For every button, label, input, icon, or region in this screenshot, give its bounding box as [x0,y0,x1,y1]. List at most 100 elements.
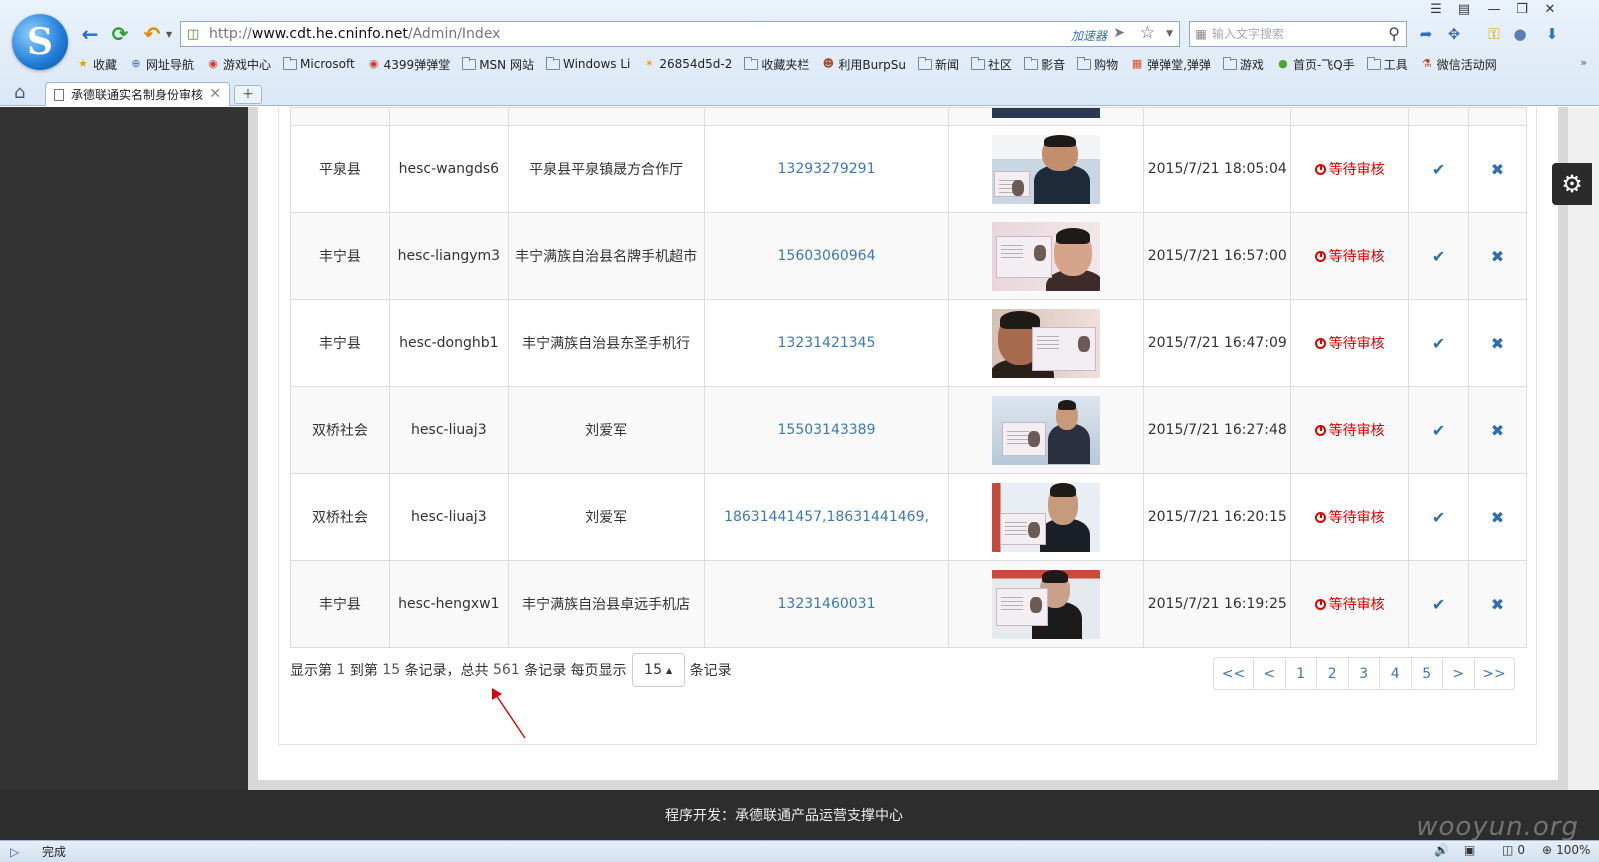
time-text: 2015/7/21 16:57:00 [1147,248,1287,264]
reject-x-icon[interactable]: ✖ [1491,247,1504,266]
page-button[interactable]: 3 [1347,657,1380,690]
reject-x-icon[interactable]: ✖ [1491,508,1504,527]
zoom-control[interactable]: ⊕ 100% [1542,843,1590,857]
tab-active[interactable]: 承德联通实名制身份审核 ✕ [45,82,230,106]
id-photo-thumbnail[interactable] [992,482,1101,552]
phone-text[interactable]: 13293279291 [778,161,876,177]
share-icon[interactable]: ➦ [1416,24,1436,44]
id-photo-thumbnail[interactable] [992,221,1101,291]
bookmark-item[interactable]: ✶ 26854d5d-2 [642,57,733,71]
photo-thumbnail-partial[interactable] [992,107,1101,118]
bookmark-item[interactable]: Windows Li [545,56,630,71]
security-shield-icon: ◫ [187,26,200,42]
download-icon[interactable]: ⬇ [1542,24,1562,44]
settings-gear-icon[interactable]: ⚙ [1552,163,1592,205]
briefcase-icon[interactable]: ▣ [1464,843,1475,857]
bookmark-item[interactable]: 社区 [971,56,1012,73]
phone-text[interactable]: 13231421345 [778,335,876,351]
reject-x-icon[interactable]: ✖ [1491,334,1504,353]
approve-check-icon[interactable]: ✔ [1432,508,1445,527]
undo-dropdown-icon[interactable]: ▼ [166,30,172,39]
bookmark-item[interactable]: Microsoft [283,56,355,71]
search-input[interactable] [1212,27,1372,41]
accelerator-button[interactable]: 加速器 [1071,27,1107,44]
skin-icon[interactable]: ▤ [1452,0,1476,18]
lightning-icon[interactable]: ➤ [1113,25,1125,41]
favorite-star-icon[interactable]: ☆ [1140,23,1155,43]
phone-text[interactable]: 15603060964 [778,248,876,264]
key-icon[interactable]: ⚿ [1484,24,1504,44]
bookmarks-more-icon[interactable]: » [1580,56,1587,69]
bookmark-item[interactable]: 影音 [1024,56,1065,73]
page-button[interactable]: 5 [1410,657,1443,690]
address-bar[interactable]: ◫ http://www.cdt.he.cninfo.net/Admin/Ind… [180,21,1180,47]
search-icon[interactable]: ⚲ [1388,24,1400,43]
page-button[interactable]: >> [1473,657,1515,690]
bookmark-item[interactable]: ● 首页-飞Q手 [1276,56,1355,73]
sidebar-toggle-icon[interactable]: ▷ [10,845,28,859]
chat-icon[interactable]: ● [1510,24,1530,44]
reject-x-icon[interactable]: ✖ [1491,595,1504,614]
status-cell: 等待审核 [1290,386,1410,474]
bookmark-item[interactable]: ◉ 游戏中心 [206,56,271,73]
folder-icon [1077,56,1092,70]
bookmark-item[interactable]: ★ 收藏 [76,56,117,73]
bookmark-item[interactable]: ⚗ 微信活动网 [1420,56,1497,73]
id-photo-thumbnail[interactable] [992,569,1101,639]
approve-check-icon[interactable]: ✔ [1432,595,1445,614]
new-tab-button[interactable]: + [234,85,262,104]
county-cell: 双桥社会 [290,473,390,561]
bookmark-item[interactable]: 新闻 [918,56,959,73]
phone-text[interactable]: 13231460031 [778,596,876,612]
approve-check-icon[interactable]: ✔ [1432,160,1445,179]
page-size-select[interactable]: 15 ▲ [631,653,685,687]
refresh-button[interactable]: ⟳ [108,22,132,46]
account-cell: hesc-hengxw1 [388,560,509,648]
close-window-button[interactable]: ✕ [1538,0,1562,18]
bookmark-item[interactable]: ◉ 4399弹弹堂 [367,56,450,73]
reject-x-icon[interactable]: ✖ [1491,421,1504,440]
scrollbar[interactable] [1568,107,1599,790]
approve-check-icon[interactable]: ✔ [1432,334,1445,353]
minimize-button[interactable]: — [1482,0,1506,18]
phone-text[interactable]: 18631441457,18631441469, [724,509,929,525]
search-engine-icon[interactable]: ▦ [1190,27,1212,41]
approve-check-icon[interactable]: ✔ [1432,247,1445,266]
id-photo-thumbnail[interactable] [992,308,1101,378]
page-button[interactable]: 1 [1284,657,1317,690]
back-button[interactable]: ← [78,22,102,46]
bookmark-item[interactable]: MSN 网站 [462,56,534,73]
browser-logo-icon[interactable]: S [12,14,68,70]
phone-text[interactable]: 15503143389 [778,422,876,438]
page-button[interactable]: > [1442,657,1475,690]
address-url[interactable]: http://www.cdt.he.cninfo.net/Admin/Index [209,26,500,42]
menu-icon[interactable]: ☰ [1424,0,1448,18]
id-photo-thumbnail[interactable] [992,395,1101,465]
undo-button[interactable]: ↶ [140,22,164,46]
bookmark-item[interactable]: ☻ 利用BurpSu [821,56,906,73]
approve-check-icon[interactable]: ✔ [1432,421,1445,440]
bookmark-item[interactable]: 收藏夹栏 [744,56,809,73]
id-photo-thumbnail[interactable] [992,134,1101,204]
home-icon[interactable]: ⌂ [14,82,25,103]
bookmark-item[interactable]: 购物 [1077,56,1118,73]
speaker-icon[interactable]: 🔊 [1434,843,1449,857]
tab-close-icon[interactable]: ✕ [209,86,221,102]
bookmark-item[interactable]: ⊕ 网址导航 [129,56,194,73]
page-button[interactable]: 4 [1379,657,1412,690]
address-dropdown-icon[interactable]: ▼ [1166,29,1173,39]
clock-icon [1314,512,1326,523]
bookmark-item[interactable]: 游戏 [1222,56,1264,73]
page-button[interactable]: << [1213,657,1254,690]
bookmark-label: 购物 [1094,57,1119,72]
content-frame: 平泉县 hesc-wangds6 平泉县平泉镇晟方合作厅 13293279291 201… [248,107,1568,790]
shield-counter[interactable]: ◫ 0 [1502,843,1525,857]
bookmark-item[interactable]: ▦ 弹弹堂,弹弹 [1130,56,1211,73]
page-button[interactable]: < [1253,657,1286,690]
bookmark-item[interactable]: 工具 [1366,56,1408,73]
page-button[interactable]: 2 [1316,657,1349,690]
reject-x-icon[interactable]: ✖ [1491,160,1504,179]
record-from: 1 [336,662,346,678]
tools-icon[interactable]: ✥ [1444,24,1464,44]
restore-button[interactable]: ❐ [1510,0,1534,18]
